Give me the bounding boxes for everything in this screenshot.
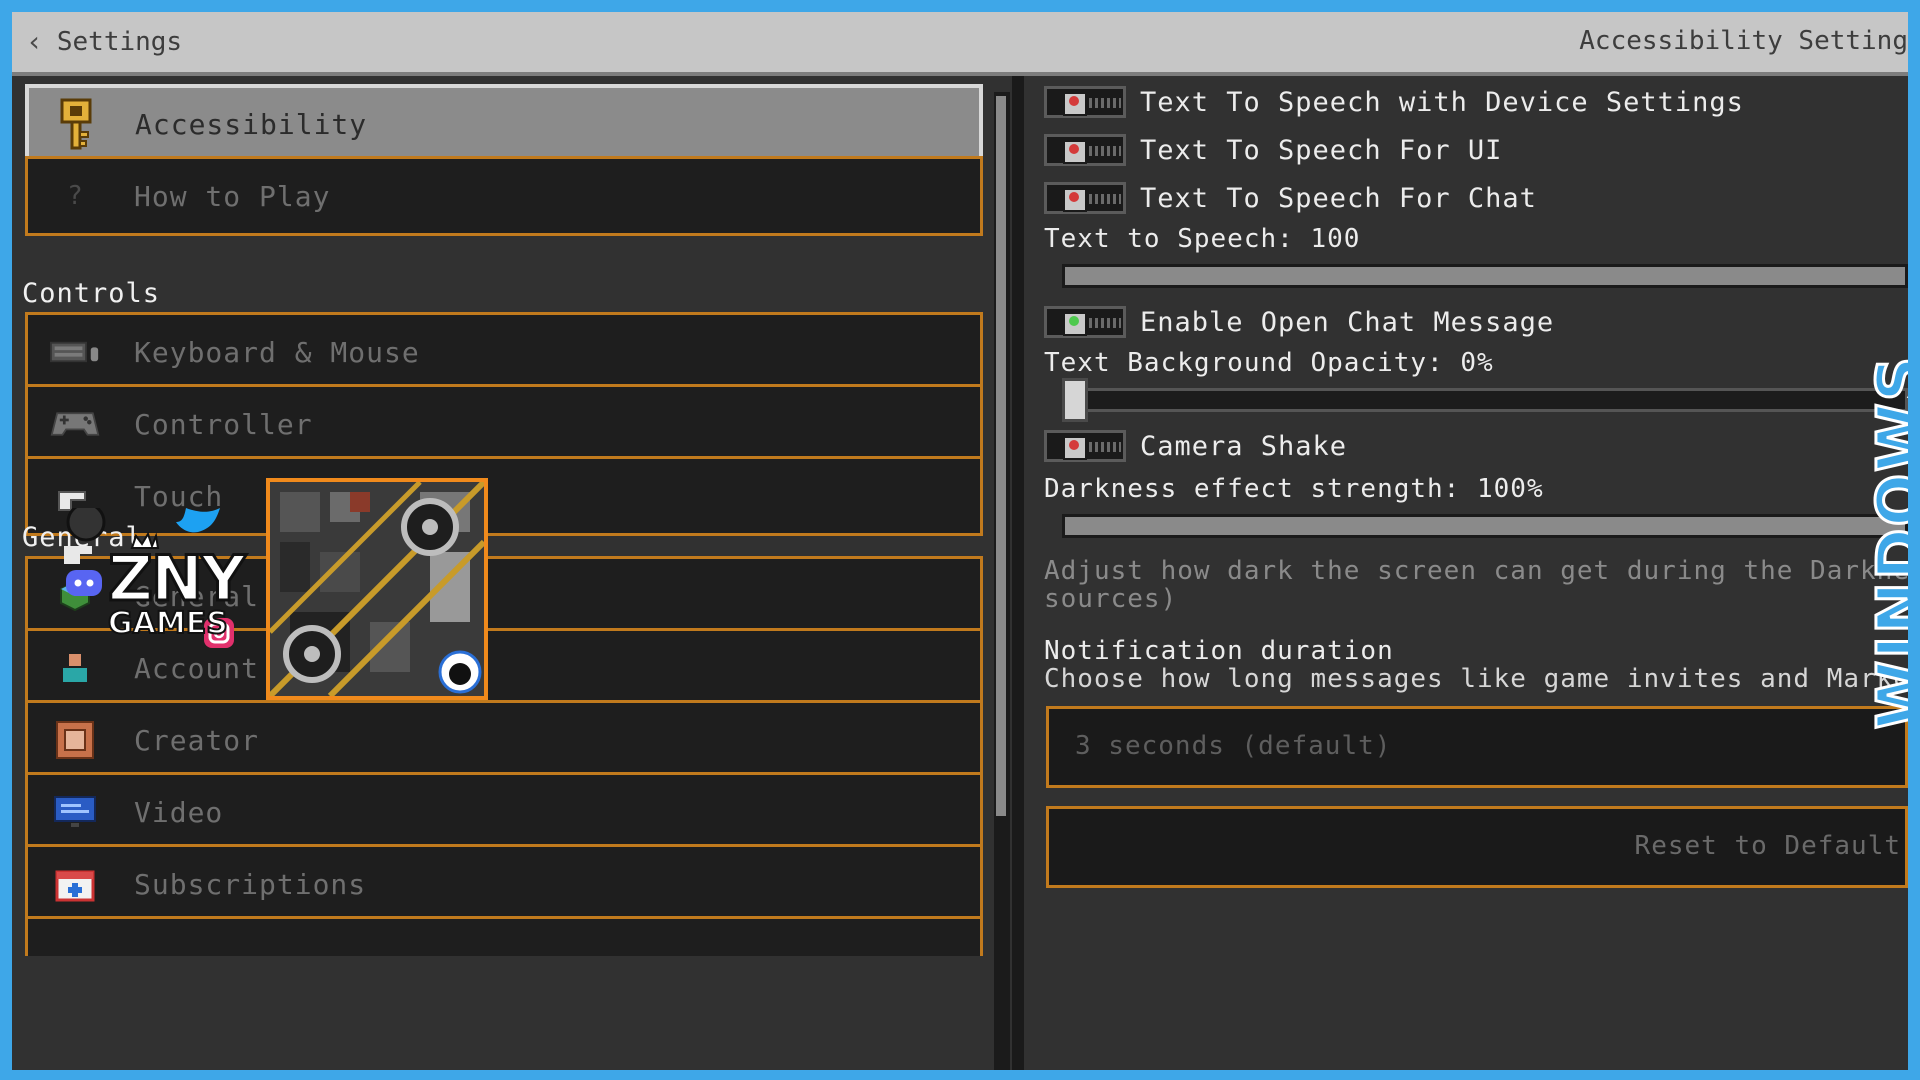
creator-icon [50, 715, 100, 765]
sidebar-item-label: Controller [134, 407, 313, 441]
dropdown-value: 3 seconds (default) [1075, 731, 1392, 761]
darkness-slider[interactable] [1062, 514, 1908, 538]
back-label: Settings [56, 27, 183, 57]
bg-opacity-slider-thumb[interactable] [1062, 378, 1088, 422]
toggle-switch[interactable] [1044, 430, 1126, 462]
question-icon: ? [67, 181, 83, 211]
toggle-row-tts-ui[interactable]: Text To Speech For UI [1044, 130, 1502, 170]
sidebar-item-controller[interactable]: Controller [25, 384, 983, 464]
sidebar-item-subscriptions[interactable]: Subscriptions [25, 844, 983, 924]
toggle-row-tts-device[interactable]: Text To Speech with Device Settings [1044, 82, 1744, 122]
sidebar-item-keyboard-mouse[interactable]: Keyboard & Mouse [25, 312, 983, 392]
bg-opacity-slider-label: Text Background Opacity: 0% [1044, 348, 1494, 378]
monitor-icon [50, 787, 100, 837]
sidebar-item-video[interactable]: Video [25, 772, 983, 852]
toggle-label: Enable Open Chat Message [1140, 306, 1555, 338]
notification-heading: Notification duration [1044, 636, 1394, 666]
notification-description: Choose how long messages like game invit… [1044, 664, 1908, 694]
chevron-left-icon: ‹ [26, 25, 43, 58]
back-button[interactable]: ‹ Settings [26, 24, 182, 60]
header-bar: ‹ Settings Accessibility Setting [12, 12, 1908, 76]
toggle-switch[interactable] [1044, 306, 1126, 338]
darkness-description-line2: sources) [1044, 584, 1178, 614]
toggle-switch[interactable] [1044, 134, 1126, 166]
tts-slider-label: Text to Speech: 100 [1044, 224, 1361, 254]
toggle-label: Text To Speech For Chat [1140, 182, 1537, 214]
bg-opacity-slider[interactable] [1062, 388, 1908, 412]
gamepad-icon [50, 399, 100, 449]
toggle-track-pattern [1089, 98, 1121, 108]
toggle-label: Camera Shake [1140, 430, 1348, 462]
sidebar-item-label: Creator [134, 723, 260, 757]
sidebar-item-more[interactable] [25, 916, 983, 956]
toggle-on-indicator [1069, 316, 1079, 326]
channel-logo-overlay [266, 478, 488, 700]
channel-brand-badge: ZNY GAMES [62, 508, 262, 658]
reset-to-default-button[interactable]: Reset to Default [1046, 806, 1908, 888]
brand-name: ZNY [107, 541, 248, 617]
toggle-row-open-chat[interactable]: Enable Open Chat Message [1044, 302, 1554, 342]
toggle-track-pattern [1089, 442, 1121, 452]
toggle-row-camera-shake[interactable]: Camera Shake [1044, 426, 1347, 466]
sidebar-item-creator[interactable]: Creator [25, 700, 983, 780]
toggle-label: Text To Speech For UI [1140, 134, 1503, 166]
sidebar-item-label: Accessibility [135, 107, 368, 141]
sidebar-item-label: Keyboard & Mouse [134, 335, 420, 369]
toggle-label: Text To Speech with Device Settings [1140, 86, 1744, 118]
sidebar-item-label: Video [134, 795, 224, 829]
settings-panel: Text To Speech with Device Settings Text… [1024, 76, 1908, 1070]
toggle-track-pattern [1089, 146, 1121, 156]
windows-watermark: WINDOWS [1862, 353, 1908, 731]
darkness-slider-label: Darkness effect strength: 100% [1044, 474, 1544, 504]
sidebar-item-label: Subscriptions [134, 867, 367, 901]
tts-volume-slider[interactable] [1062, 264, 1908, 288]
keyboard-icon [50, 327, 100, 377]
notification-duration-dropdown[interactable]: 3 seconds (default) [1046, 706, 1908, 788]
toggle-off-indicator [1069, 96, 1079, 106]
toggle-switch[interactable] [1044, 86, 1126, 118]
toggle-row-tts-chat[interactable]: Text To Speech For Chat [1044, 178, 1537, 218]
toggle-track-pattern [1089, 318, 1121, 328]
toggle-off-indicator [1069, 440, 1079, 450]
section-label-controls: Controls [22, 278, 161, 309]
reset-button-label: Reset to Default [1634, 831, 1901, 861]
page-title: Accessibility Setting [1579, 26, 1908, 56]
sidebar-item-how-to-play[interactable]: ? How to Play [25, 156, 983, 236]
sidebar-item-accessibility[interactable]: Accessibility [25, 84, 983, 164]
toggle-track-pattern [1089, 194, 1121, 204]
settings-window: ‹ Settings Accessibility Setting Accessi… [12, 12, 1908, 1070]
panel-divider [1012, 76, 1024, 1070]
darkness-description-line1: Adjust how dark the screen can get durin… [1044, 556, 1908, 586]
toggle-off-indicator [1069, 192, 1079, 202]
calendar-icon [50, 859, 100, 909]
brand-subtitle: GAMES [107, 605, 229, 642]
key-icon [51, 98, 101, 150]
toggle-off-indicator [1069, 144, 1079, 154]
watermark-text: WINDOWS [1862, 353, 1908, 731]
sidebar-item-label: How to Play [134, 179, 331, 213]
sidebar-scroll-thumb[interactable] [996, 96, 1006, 816]
toggle-switch[interactable] [1044, 182, 1126, 214]
